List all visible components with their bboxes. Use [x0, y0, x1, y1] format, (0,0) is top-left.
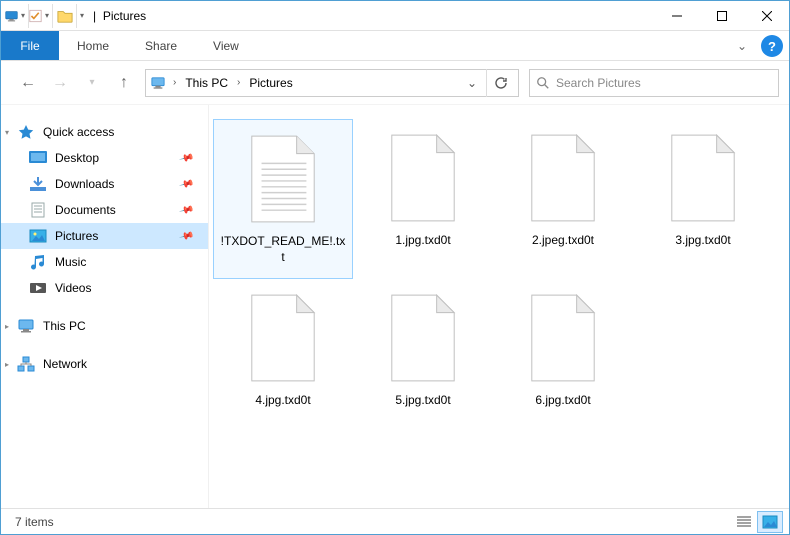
nav-label: Pictures	[55, 229, 98, 243]
nav-label: This PC	[43, 319, 86, 333]
main-area: ▾ Quick access Desktop📌Downloads📌Documen…	[1, 105, 789, 509]
pictures-icon	[29, 228, 47, 244]
sidebar-item-videos[interactable]: Videos	[1, 275, 208, 301]
music-icon	[29, 254, 47, 270]
close-button[interactable]	[744, 1, 789, 31]
nav-quick-access-group: ▾ Quick access Desktop📌Downloads📌Documen…	[1, 119, 208, 301]
videos-icon	[29, 280, 47, 296]
address-bar-row: ← → ▾ ↑ › This PC › Pictures ⌄ Search Pi…	[1, 61, 789, 105]
blankfile-icon	[518, 129, 608, 227]
window-title: | Pictures	[87, 9, 146, 23]
nav-label: Videos	[55, 281, 91, 295]
desktop-icon	[29, 150, 47, 166]
tab-view[interactable]: View	[195, 31, 257, 60]
nav-this-pc[interactable]: ▸ This PC	[1, 313, 208, 339]
breadcrumb-dropdown-icon[interactable]: ⌄	[461, 76, 483, 90]
file-name: 4.jpg.txd0t	[249, 393, 316, 409]
blankfile-icon	[378, 129, 468, 227]
textfile-icon	[238, 130, 328, 228]
maximize-button[interactable]	[699, 1, 744, 31]
caret-right-icon: ▸	[5, 322, 9, 331]
search-icon	[536, 76, 550, 90]
back-button[interactable]: ←	[17, 72, 39, 94]
file-item[interactable]: 6.jpg.txd0t	[493, 279, 633, 439]
new-folder-button[interactable]	[53, 4, 77, 28]
file-name: 5.jpg.txd0t	[389, 393, 456, 409]
file-name: 1.jpg.txd0t	[389, 233, 456, 249]
ribbon: File Home Share View ⌄ ?	[1, 31, 789, 61]
nav-label: Quick access	[43, 125, 114, 139]
chevron-right-icon[interactable]: ›	[234, 77, 243, 88]
help-button[interactable]: ?	[761, 35, 783, 57]
network-icon	[17, 356, 35, 372]
chevron-right-icon[interactable]: ›	[170, 77, 179, 88]
file-tab[interactable]: File	[1, 31, 59, 60]
large-icons-view-button[interactable]	[757, 511, 783, 533]
tab-share[interactable]: Share	[127, 31, 195, 60]
expand-ribbon-icon[interactable]: ⌄	[729, 31, 755, 60]
this-pc-icon	[17, 318, 35, 334]
nav-pane: ▾ Quick access Desktop📌Downloads📌Documen…	[1, 105, 209, 509]
file-item[interactable]: 2.jpeg.txd0t	[493, 119, 633, 279]
file-item[interactable]: 4.jpg.txd0t	[213, 279, 353, 439]
nav-label: Documents	[55, 203, 116, 217]
nav-label: Desktop	[55, 151, 99, 165]
location-icon	[150, 76, 166, 90]
refresh-button[interactable]	[486, 69, 514, 97]
sidebar-item-documents[interactable]: Documents 📌	[1, 197, 208, 223]
status-bar: 7 items	[1, 508, 789, 534]
breadcrumb-segment[interactable]: This PC	[183, 76, 230, 90]
blankfile-icon	[238, 289, 328, 387]
nav-network[interactable]: ▸ Network	[1, 351, 208, 377]
file-item[interactable]: 1.jpg.txd0t	[353, 119, 493, 279]
file-grid[interactable]: !TXDOT_READ_ME!.txt 1.jpg.txd0t 2.jpeg.txd…	[209, 105, 789, 509]
pin-icon: 📌	[178, 202, 194, 218]
up-button[interactable]: ↑	[113, 72, 135, 94]
caret-down-icon: ▾	[5, 128, 9, 137]
file-name: 6.jpg.txd0t	[529, 393, 596, 409]
recent-locations-icon[interactable]: ▾	[81, 72, 103, 94]
properties-button[interactable]: ▾	[29, 4, 53, 28]
file-item[interactable]: 5.jpg.txd0t	[353, 279, 493, 439]
blankfile-icon	[518, 289, 608, 387]
item-count: 7 items	[15, 515, 54, 529]
sidebar-item-downloads[interactable]: Downloads 📌	[1, 171, 208, 197]
tab-home[interactable]: Home	[59, 31, 127, 60]
forward-button[interactable]: →	[49, 72, 71, 94]
blankfile-icon	[658, 129, 748, 227]
pin-icon: 📌	[178, 228, 194, 244]
nav-label: Network	[43, 357, 87, 371]
file-item[interactable]: !TXDOT_READ_ME!.txt	[213, 119, 353, 279]
pin-icon: 📌	[178, 176, 194, 192]
app-icon[interactable]: ▾	[5, 4, 29, 28]
quick-access-toolbar: ▾ ▾ ▾	[1, 4, 87, 28]
chevron-down-icon: ▾	[18, 11, 28, 20]
breadcrumb-segment[interactable]: Pictures	[247, 76, 294, 90]
qat-customize-icon[interactable]: ▾	[77, 11, 87, 20]
sidebar-item-music[interactable]: Music	[1, 249, 208, 275]
search-input[interactable]: Search Pictures	[529, 69, 779, 97]
documents-icon	[29, 202, 47, 218]
blankfile-icon	[378, 289, 468, 387]
sidebar-item-pictures[interactable]: Pictures 📌	[1, 223, 208, 249]
downloads-icon	[29, 176, 47, 192]
breadcrumb[interactable]: › This PC › Pictures ⌄	[145, 69, 519, 97]
nav-quick-access[interactable]: ▾ Quick access	[1, 119, 208, 145]
file-name: !TXDOT_READ_ME!.txt	[214, 234, 352, 265]
file-item[interactable]: 3.jpg.txd0t	[633, 119, 773, 279]
details-view-button[interactable]	[731, 511, 757, 533]
search-placeholder: Search Pictures	[556, 76, 641, 90]
chevron-down-icon: ▾	[42, 11, 52, 20]
sidebar-item-desktop[interactable]: Desktop 📌	[1, 145, 208, 171]
pin-icon: 📌	[178, 150, 194, 166]
star-icon	[17, 124, 35, 140]
file-name: 2.jpeg.txd0t	[526, 233, 600, 249]
caret-right-icon: ▸	[5, 360, 9, 369]
minimize-button[interactable]	[654, 1, 699, 31]
title-bar: ▾ ▾ ▾ | Pictures	[1, 1, 789, 31]
nav-label: Music	[55, 255, 86, 269]
nav-label: Downloads	[55, 177, 114, 191]
file-name: 3.jpg.txd0t	[669, 233, 736, 249]
